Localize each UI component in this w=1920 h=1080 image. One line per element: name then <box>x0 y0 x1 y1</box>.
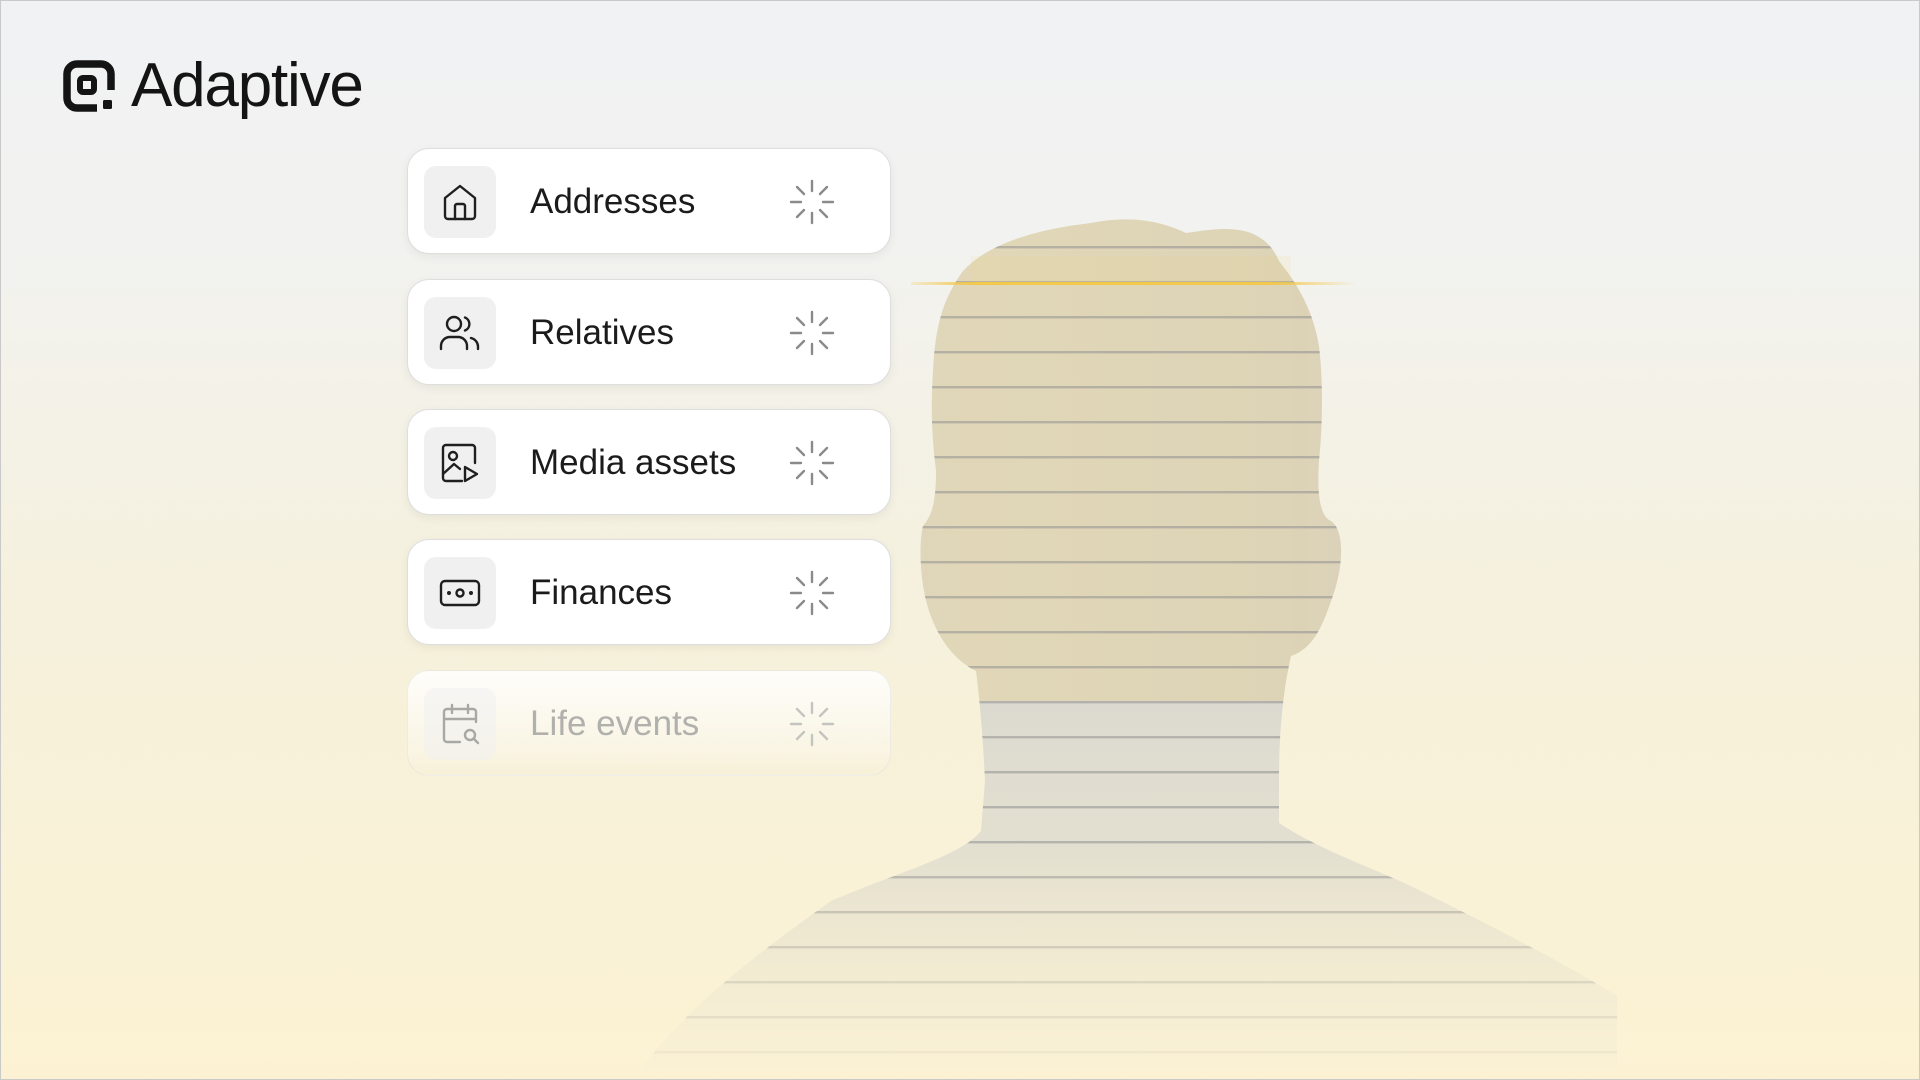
card-label: Relatives <box>530 313 674 352</box>
loading-spinner-icon <box>789 179 835 225</box>
home-icon <box>443 184 477 221</box>
card-icon-container <box>424 166 496 238</box>
adaptive-logo-icon <box>63 60 115 112</box>
card-icon-container <box>424 297 496 369</box>
category-card-finances[interactable]: Finances <box>407 539 891 645</box>
person-silhouette-illustration <box>641 219 1617 1071</box>
category-card-life-events[interactable]: Life events <box>407 670 891 776</box>
users-icon <box>439 315 480 351</box>
banknote-icon <box>439 579 481 607</box>
category-card-media-assets[interactable]: Media assets <box>407 409 891 515</box>
card-icon-container <box>424 557 496 629</box>
calendar-search-icon <box>442 703 480 745</box>
loading-spinner-icon <box>789 701 835 747</box>
brand-name: Adaptive <box>131 51 364 120</box>
category-card-relatives[interactable]: Relatives <box>407 279 891 385</box>
loading-spinner-icon <box>789 440 835 486</box>
card-label: Life events <box>530 704 700 743</box>
card-label: Media assets <box>530 443 737 482</box>
card-label: Addresses <box>530 182 696 221</box>
card-label: Finances <box>530 573 673 612</box>
card-icon-container <box>424 427 496 499</box>
loading-spinner-icon <box>789 310 835 356</box>
image-play-icon <box>441 443 479 483</box>
brand: Adaptive <box>63 51 364 120</box>
card-icon-container <box>424 688 496 760</box>
loading-spinner-icon <box>789 570 835 616</box>
category-card-addresses[interactable]: Addresses <box>407 148 891 254</box>
